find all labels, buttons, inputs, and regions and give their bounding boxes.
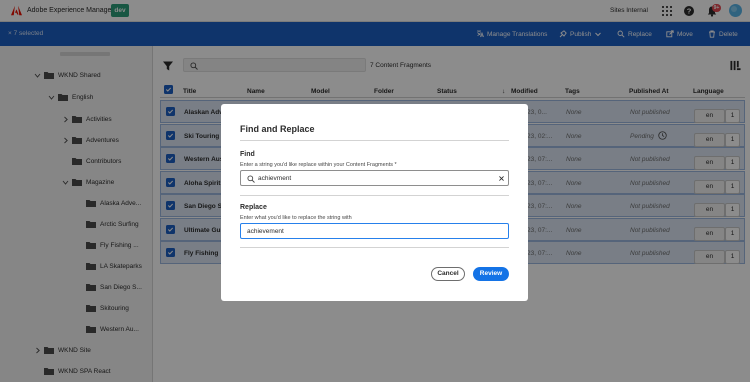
- replace-input-value: achievement: [247, 228, 284, 235]
- find-divider: [240, 195, 509, 196]
- find-input[interactable]: achievment: [240, 170, 509, 186]
- cancel-button[interactable]: Cancel: [431, 267, 465, 281]
- find-input-value: achievment: [258, 175, 292, 182]
- required-asterisk: *: [394, 162, 397, 168]
- review-button[interactable]: Review: [473, 267, 509, 281]
- replace-help-text: Enter what you'd like to replace the str…: [240, 215, 352, 221]
- title-divider: [240, 140, 509, 141]
- dialog-title: Find and Replace: [240, 124, 315, 134]
- clear-icon[interactable]: [499, 176, 504, 181]
- search-icon: [247, 175, 255, 183]
- find-label: Find: [240, 151, 255, 158]
- find-replace-dialog: Find and Replace Find Enter a string you…: [221, 104, 528, 301]
- find-help-text: Enter a string you'd like replace within…: [240, 162, 397, 168]
- replace-divider: [240, 247, 509, 248]
- replace-input[interactable]: achievement: [240, 223, 509, 239]
- replace-label: Replace: [240, 204, 267, 211]
